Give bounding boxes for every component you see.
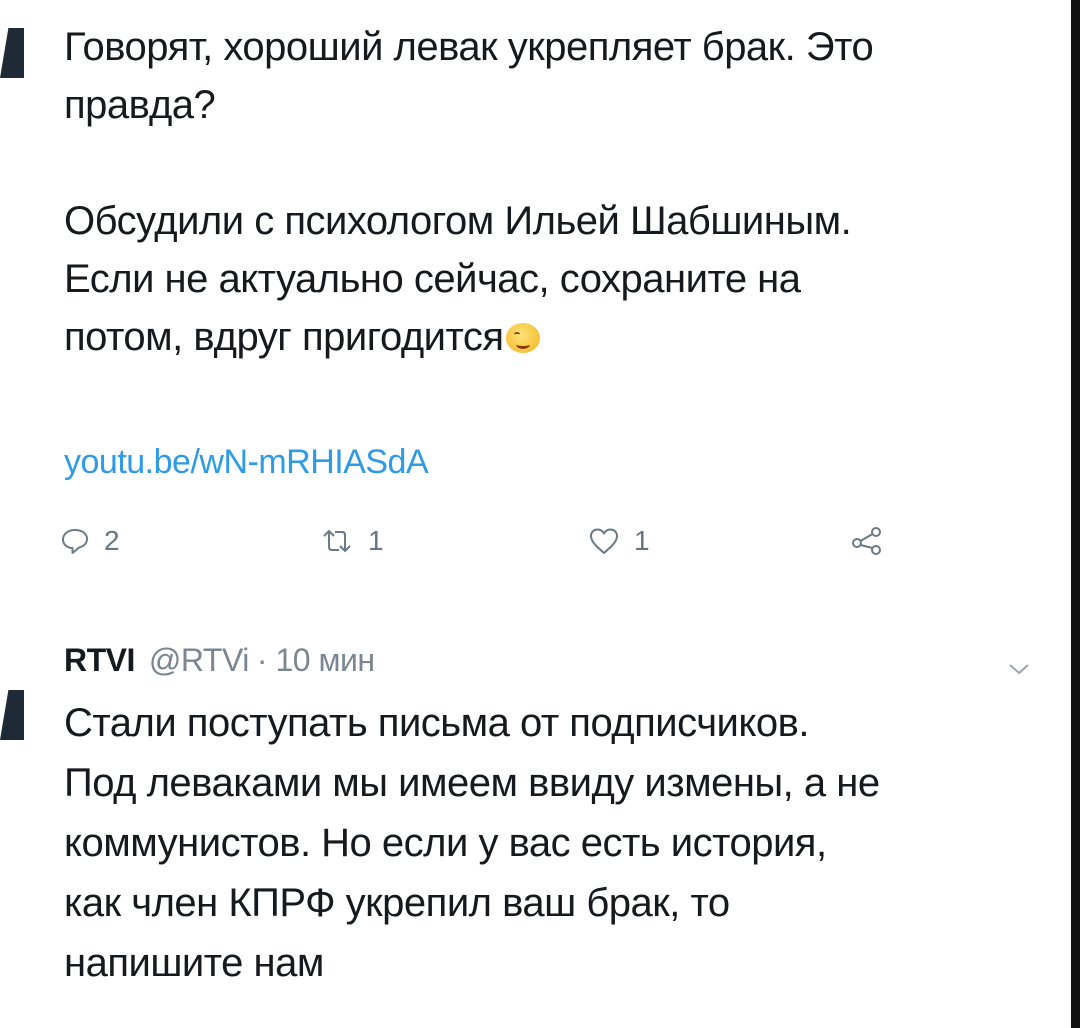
tweet-text-line: Если не актуально сейчас, сохраните на [64, 257, 801, 301]
reply-button[interactable]: 2 [60, 525, 120, 557]
share-button[interactable] [850, 525, 884, 555]
winking-face-icon [505, 323, 540, 353]
tweet-text-line: Говорят, хороший левак укрепляет брак. Э… [64, 25, 874, 69]
tweet-actions: 2 1 1 [60, 525, 900, 575]
heart-icon [588, 526, 620, 556]
retweet-icon [320, 526, 354, 556]
separator-dot: · [256, 642, 268, 678]
tweet-text-line: Обсудили с психологом Ильей Шабшиным. [64, 199, 852, 243]
reply-count: 2 [104, 525, 120, 556]
tweet-text: Стали поступать письма от подписчиков. П… [64, 693, 1054, 993]
tweet-text-line: потом, вдруг пригодится [64, 308, 1044, 366]
tweet-text-line: как член КПРФ укрепил ваш брак, то [64, 881, 730, 925]
tweet-header: RTVI @RTVi · 10 мин [64, 642, 375, 679]
tweet-text-line: Стали поступать письма от подписчиков. [64, 701, 809, 745]
like-button[interactable]: 1 [588, 525, 650, 557]
tweet-text-fragment: потом, вдруг пригодится [64, 315, 504, 359]
tweet-text: Говорят, хороший левак укрепляет брак. Э… [64, 18, 1044, 366]
thread-indicator [0, 690, 24, 740]
tweet-text-line: коммунистов. Но если у вас есть история, [64, 821, 827, 865]
right-edge-border [1071, 0, 1080, 1028]
tweet-menu-button[interactable] [1008, 662, 1030, 681]
chevron-down-icon [1008, 663, 1030, 680]
tweet-link[interactable]: youtu.be/wN-mRHIASdA [64, 443, 429, 482]
author-name[interactable]: RTVI [64, 642, 135, 679]
retweet-count: 1 [368, 525, 384, 556]
tweet-text-line: правда? [64, 83, 216, 127]
share-icon [850, 525, 884, 555]
tweet-timestamp[interactable]: 10 мин [275, 642, 375, 679]
like-count: 1 [634, 525, 650, 556]
author-handle[interactable]: @RTVi [149, 642, 249, 679]
tweet-text-line: Под леваками мы имеем ввиду измены, а не [64, 761, 880, 805]
thread-indicator [0, 28, 24, 78]
tweet-text-line: напишите нам [64, 941, 324, 985]
reply-icon [60, 526, 90, 556]
retweet-button[interactable]: 1 [320, 525, 384, 557]
